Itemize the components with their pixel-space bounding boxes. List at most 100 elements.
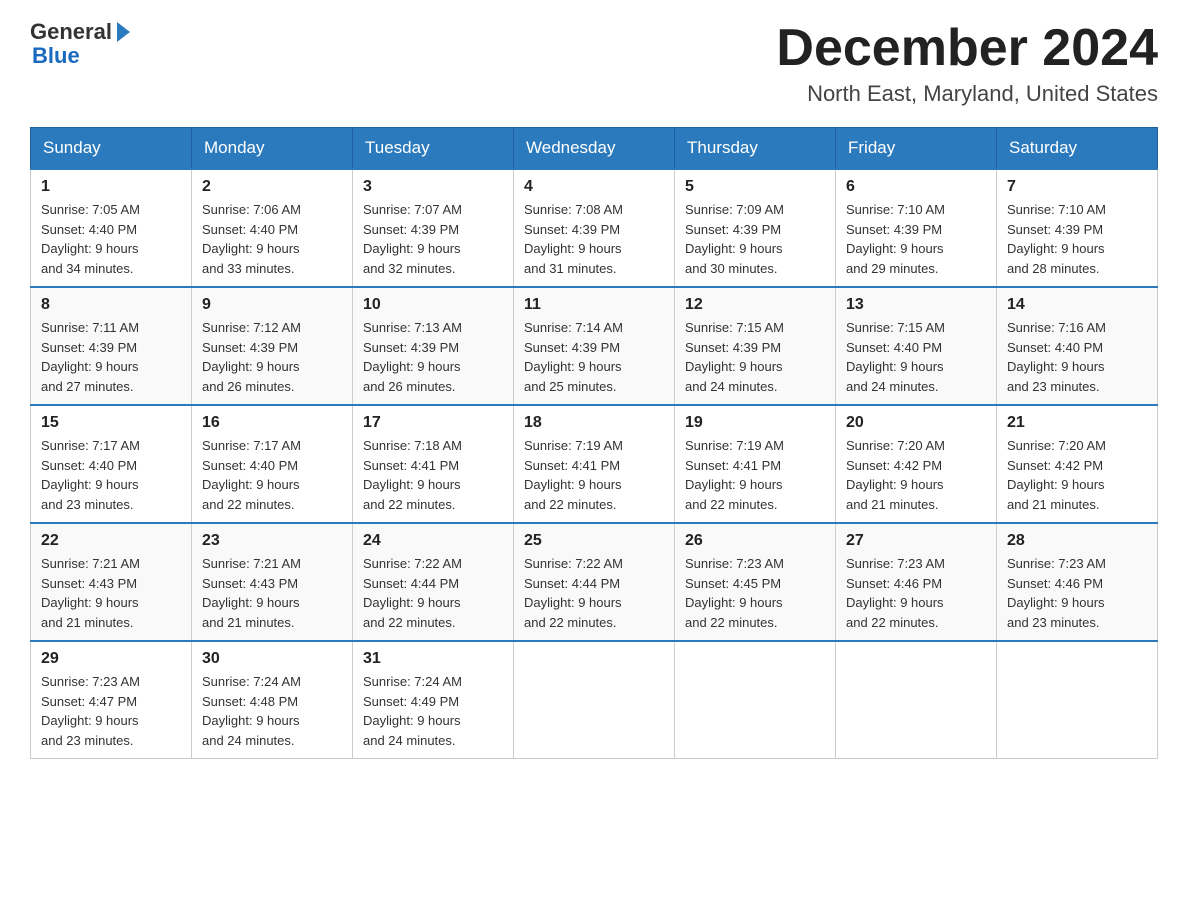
week-row-2: 8 Sunrise: 7:11 AMSunset: 4:39 PMDayligh… — [31, 287, 1158, 405]
day-number: 19 — [685, 414, 825, 432]
calendar-cell: 17 Sunrise: 7:18 AMSunset: 4:41 PMDaylig… — [353, 405, 514, 523]
day-info: Sunrise: 7:18 AMSunset: 4:41 PMDaylight:… — [363, 438, 462, 512]
day-number: 1 — [41, 178, 181, 196]
day-info: Sunrise: 7:09 AMSunset: 4:39 PMDaylight:… — [685, 202, 784, 276]
calendar-cell: 29 Sunrise: 7:23 AMSunset: 4:47 PMDaylig… — [31, 641, 192, 759]
day-info: Sunrise: 7:20 AMSunset: 4:42 PMDaylight:… — [846, 438, 945, 512]
day-info: Sunrise: 7:10 AMSunset: 4:39 PMDaylight:… — [846, 202, 945, 276]
day-number: 4 — [524, 178, 664, 196]
week-row-1: 1 Sunrise: 7:05 AMSunset: 4:40 PMDayligh… — [31, 169, 1158, 287]
day-info: Sunrise: 7:11 AMSunset: 4:39 PMDaylight:… — [41, 320, 139, 394]
day-info: Sunrise: 7:23 AMSunset: 4:46 PMDaylight:… — [1007, 556, 1106, 630]
day-info: Sunrise: 7:21 AMSunset: 4:43 PMDaylight:… — [202, 556, 301, 630]
day-number: 15 — [41, 414, 181, 432]
day-number: 7 — [1007, 178, 1147, 196]
day-info: Sunrise: 7:15 AMSunset: 4:40 PMDaylight:… — [846, 320, 945, 394]
calendar-cell: 21 Sunrise: 7:20 AMSunset: 4:42 PMDaylig… — [997, 405, 1158, 523]
day-number: 29 — [41, 650, 181, 668]
calendar-cell: 11 Sunrise: 7:14 AMSunset: 4:39 PMDaylig… — [514, 287, 675, 405]
day-number: 27 — [846, 532, 986, 550]
calendar-cell: 26 Sunrise: 7:23 AMSunset: 4:45 PMDaylig… — [675, 523, 836, 641]
weekday-header-tuesday: Tuesday — [353, 128, 514, 170]
day-number: 17 — [363, 414, 503, 432]
day-info: Sunrise: 7:16 AMSunset: 4:40 PMDaylight:… — [1007, 320, 1106, 394]
calendar-cell: 8 Sunrise: 7:11 AMSunset: 4:39 PMDayligh… — [31, 287, 192, 405]
calendar-cell — [675, 641, 836, 759]
week-row-3: 15 Sunrise: 7:17 AMSunset: 4:40 PMDaylig… — [31, 405, 1158, 523]
location-title: North East, Maryland, United States — [776, 81, 1158, 107]
calendar-cell: 3 Sunrise: 7:07 AMSunset: 4:39 PMDayligh… — [353, 169, 514, 287]
day-number: 10 — [363, 296, 503, 314]
day-number: 12 — [685, 296, 825, 314]
day-info: Sunrise: 7:23 AMSunset: 4:46 PMDaylight:… — [846, 556, 945, 630]
day-number: 26 — [685, 532, 825, 550]
calendar-cell: 6 Sunrise: 7:10 AMSunset: 4:39 PMDayligh… — [836, 169, 997, 287]
weekday-header-wednesday: Wednesday — [514, 128, 675, 170]
day-info: Sunrise: 7:10 AMSunset: 4:39 PMDaylight:… — [1007, 202, 1106, 276]
calendar-cell: 27 Sunrise: 7:23 AMSunset: 4:46 PMDaylig… — [836, 523, 997, 641]
day-number: 21 — [1007, 414, 1147, 432]
calendar-cell: 24 Sunrise: 7:22 AMSunset: 4:44 PMDaylig… — [353, 523, 514, 641]
day-info: Sunrise: 7:20 AMSunset: 4:42 PMDaylight:… — [1007, 438, 1106, 512]
calendar-cell: 31 Sunrise: 7:24 AMSunset: 4:49 PMDaylig… — [353, 641, 514, 759]
day-info: Sunrise: 7:17 AMSunset: 4:40 PMDaylight:… — [202, 438, 301, 512]
day-number: 24 — [363, 532, 503, 550]
calendar-cell: 10 Sunrise: 7:13 AMSunset: 4:39 PMDaylig… — [353, 287, 514, 405]
day-info: Sunrise: 7:19 AMSunset: 4:41 PMDaylight:… — [524, 438, 623, 512]
calendar-cell: 5 Sunrise: 7:09 AMSunset: 4:39 PMDayligh… — [675, 169, 836, 287]
page-header: General Blue December 2024 North East, M… — [30, 20, 1158, 107]
day-number: 8 — [41, 296, 181, 314]
day-info: Sunrise: 7:24 AMSunset: 4:48 PMDaylight:… — [202, 674, 301, 748]
day-number: 13 — [846, 296, 986, 314]
calendar-cell: 2 Sunrise: 7:06 AMSunset: 4:40 PMDayligh… — [192, 169, 353, 287]
day-info: Sunrise: 7:22 AMSunset: 4:44 PMDaylight:… — [524, 556, 623, 630]
calendar-cell: 16 Sunrise: 7:17 AMSunset: 4:40 PMDaylig… — [192, 405, 353, 523]
day-info: Sunrise: 7:21 AMSunset: 4:43 PMDaylight:… — [41, 556, 140, 630]
day-info: Sunrise: 7:08 AMSunset: 4:39 PMDaylight:… — [524, 202, 623, 276]
calendar-cell: 15 Sunrise: 7:17 AMSunset: 4:40 PMDaylig… — [31, 405, 192, 523]
day-info: Sunrise: 7:14 AMSunset: 4:39 PMDaylight:… — [524, 320, 623, 394]
month-title: December 2024 — [776, 20, 1158, 77]
calendar-cell: 20 Sunrise: 7:20 AMSunset: 4:42 PMDaylig… — [836, 405, 997, 523]
day-number: 6 — [846, 178, 986, 196]
day-number: 3 — [363, 178, 503, 196]
day-number: 20 — [846, 414, 986, 432]
day-number: 5 — [685, 178, 825, 196]
calendar-cell: 23 Sunrise: 7:21 AMSunset: 4:43 PMDaylig… — [192, 523, 353, 641]
calendar-cell — [514, 641, 675, 759]
week-row-5: 29 Sunrise: 7:23 AMSunset: 4:47 PMDaylig… — [31, 641, 1158, 759]
weekday-header-sunday: Sunday — [31, 128, 192, 170]
day-info: Sunrise: 7:24 AMSunset: 4:49 PMDaylight:… — [363, 674, 462, 748]
weekday-header-row: SundayMondayTuesdayWednesdayThursdayFrid… — [31, 128, 1158, 170]
day-info: Sunrise: 7:22 AMSunset: 4:44 PMDaylight:… — [363, 556, 462, 630]
day-number: 11 — [524, 296, 664, 314]
day-number: 14 — [1007, 296, 1147, 314]
logo-blue-text: Blue — [32, 44, 130, 68]
calendar-cell: 28 Sunrise: 7:23 AMSunset: 4:46 PMDaylig… — [997, 523, 1158, 641]
day-number: 23 — [202, 532, 342, 550]
logo: General Blue — [30, 20, 130, 68]
day-number: 2 — [202, 178, 342, 196]
day-info: Sunrise: 7:12 AMSunset: 4:39 PMDaylight:… — [202, 320, 301, 394]
calendar-cell: 19 Sunrise: 7:19 AMSunset: 4:41 PMDaylig… — [675, 405, 836, 523]
calendar-table: SundayMondayTuesdayWednesdayThursdayFrid… — [30, 127, 1158, 759]
title-section: December 2024 North East, Maryland, Unit… — [776, 20, 1158, 107]
day-info: Sunrise: 7:19 AMSunset: 4:41 PMDaylight:… — [685, 438, 784, 512]
day-info: Sunrise: 7:17 AMSunset: 4:40 PMDaylight:… — [41, 438, 140, 512]
weekday-header-saturday: Saturday — [997, 128, 1158, 170]
calendar-cell: 22 Sunrise: 7:21 AMSunset: 4:43 PMDaylig… — [31, 523, 192, 641]
calendar-cell: 9 Sunrise: 7:12 AMSunset: 4:39 PMDayligh… — [192, 287, 353, 405]
day-number: 28 — [1007, 532, 1147, 550]
calendar-cell: 1 Sunrise: 7:05 AMSunset: 4:40 PMDayligh… — [31, 169, 192, 287]
calendar-cell — [997, 641, 1158, 759]
day-info: Sunrise: 7:06 AMSunset: 4:40 PMDaylight:… — [202, 202, 301, 276]
calendar-cell: 7 Sunrise: 7:10 AMSunset: 4:39 PMDayligh… — [997, 169, 1158, 287]
weekday-header-friday: Friday — [836, 128, 997, 170]
calendar-cell: 25 Sunrise: 7:22 AMSunset: 4:44 PMDaylig… — [514, 523, 675, 641]
day-number: 22 — [41, 532, 181, 550]
day-info: Sunrise: 7:07 AMSunset: 4:39 PMDaylight:… — [363, 202, 462, 276]
weekday-header-thursday: Thursday — [675, 128, 836, 170]
calendar-cell: 4 Sunrise: 7:08 AMSunset: 4:39 PMDayligh… — [514, 169, 675, 287]
calendar-cell: 30 Sunrise: 7:24 AMSunset: 4:48 PMDaylig… — [192, 641, 353, 759]
day-info: Sunrise: 7:15 AMSunset: 4:39 PMDaylight:… — [685, 320, 784, 394]
